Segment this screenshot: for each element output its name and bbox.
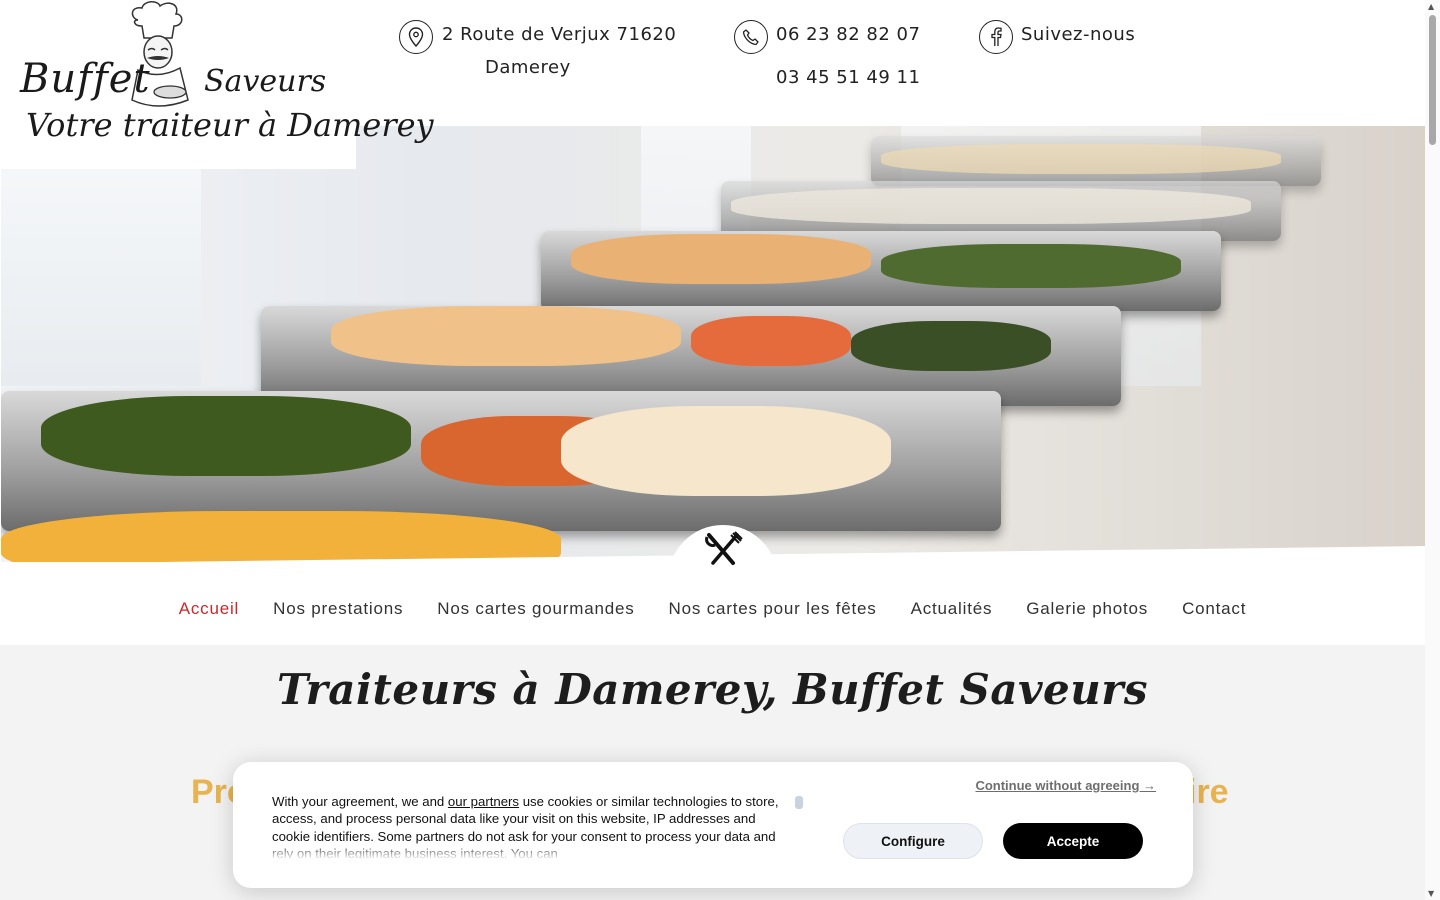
nav-item-prestations[interactable]: Nos prestations bbox=[273, 599, 403, 619]
site-logo[interactable]: Buffet Saveurs Votre traiteur à Damerey bbox=[0, 0, 434, 169]
fork-knife-icon bbox=[705, 531, 743, 565]
continue-without-agreeing-link[interactable]: Continue without agreeing → bbox=[975, 778, 1156, 793]
page-scrollbar[interactable]: ▲ ▼ bbox=[1425, 0, 1440, 900]
tray-food bbox=[571, 234, 871, 284]
address-line2: Damerey bbox=[485, 57, 571, 78]
phone-number-2[interactable]: 03 45 51 49 11 bbox=[776, 67, 920, 88]
logo-text-saveurs: Saveurs bbox=[204, 64, 327, 99]
tray-food bbox=[731, 188, 1251, 224]
cookie-text-scrollbar[interactable] bbox=[795, 796, 803, 809]
cookie-text-fade bbox=[272, 842, 797, 860]
phone-icon bbox=[734, 20, 768, 54]
section-heading-right: ire bbox=[1187, 773, 1229, 811]
accept-button[interactable]: Accepte bbox=[1003, 823, 1143, 859]
location-pin-icon bbox=[399, 20, 433, 54]
nav-item-cartes-fetes[interactable]: Nos cartes pour les fêtes bbox=[669, 599, 877, 619]
nav-item-galerie[interactable]: Galerie photos bbox=[1026, 599, 1148, 619]
logo-tagline: Votre traiteur à Damerey bbox=[26, 106, 434, 144]
facebook-icon[interactable] bbox=[979, 20, 1013, 54]
nav-item-contact[interactable]: Contact bbox=[1182, 599, 1246, 619]
configure-button[interactable]: Configure bbox=[843, 823, 983, 859]
tray-food bbox=[851, 321, 1051, 371]
tray-food bbox=[881, 244, 1181, 288]
phone-number-1[interactable]: 06 23 82 82 07 bbox=[776, 24, 920, 45]
social-label[interactable]: Suivez-nous bbox=[1021, 24, 1135, 45]
page-title: Traiteurs à Damerey, Buffet Saveurs bbox=[276, 665, 1149, 714]
nav-item-actualites[interactable]: Actualités bbox=[911, 599, 993, 619]
tray-food bbox=[561, 406, 891, 496]
tray-food bbox=[331, 306, 681, 366]
partners-link[interactable]: our partners bbox=[448, 794, 519, 809]
logo-text-buffet: Buffet bbox=[20, 56, 151, 102]
tray-food bbox=[41, 396, 411, 476]
scroll-down-icon[interactable]: ▼ bbox=[1428, 889, 1434, 898]
nav-item-cartes-gourmandes[interactable]: Nos cartes gourmandes bbox=[437, 599, 634, 619]
nav-item-accueil[interactable]: Accueil bbox=[179, 599, 239, 619]
scroll-up-icon[interactable]: ▲ bbox=[1428, 2, 1434, 11]
address-line1: 2 Route de Verjux 71620 bbox=[442, 24, 677, 45]
tray-food bbox=[881, 144, 1281, 174]
hero-banner-image bbox=[1, 126, 1425, 562]
cookie-text-start: With your agreement, we and bbox=[272, 794, 448, 809]
scrollbar-thumb[interactable] bbox=[1429, 15, 1436, 145]
cookie-consent-banner: With your agreement, we and our partners… bbox=[233, 762, 1193, 888]
tray-food bbox=[691, 316, 851, 366]
